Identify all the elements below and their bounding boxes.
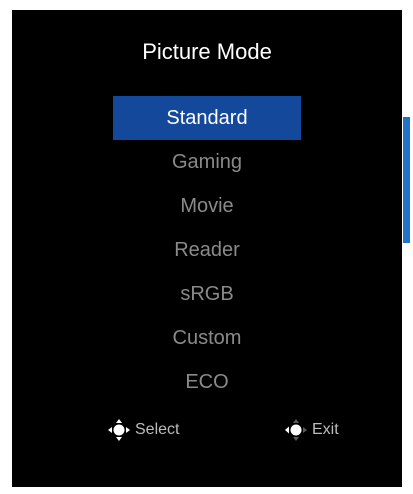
mode-item-label: Standard: [166, 107, 248, 129]
menu-title: Picture Mode: [142, 39, 272, 64]
mode-item-gaming[interactable]: Gaming: [113, 140, 301, 184]
mode-item-eco[interactable]: ECO: [113, 360, 301, 404]
mode-item-label: sRGB: [180, 283, 234, 305]
mode-item-label: ECO: [185, 371, 229, 393]
mode-item-label: Custom: [172, 327, 242, 349]
select-hint: Select: [107, 418, 179, 442]
mode-item-movie[interactable]: Movie: [113, 184, 301, 228]
exit-hint: Exit: [284, 418, 339, 442]
osd-menu-panel: Picture Mode Standard Gaming Movie Reade…: [12, 10, 410, 487]
mode-item-custom[interactable]: Custom: [113, 316, 301, 360]
mode-item-label: Movie: [180, 195, 234, 217]
scroll-indicator[interactable]: [403, 117, 410, 243]
picture-mode-list: Standard Gaming Movie Reader sRGB Custom…: [12, 96, 402, 404]
mode-item-reader[interactable]: Reader: [113, 228, 301, 272]
joystick-left-icon: [284, 418, 308, 442]
select-hint-label: Select: [135, 421, 180, 438]
mode-item-standard[interactable]: Standard: [113, 96, 301, 140]
mode-item-label: Gaming: [171, 151, 243, 173]
mode-item-label: Reader: [174, 239, 240, 261]
mode-item-srgb[interactable]: sRGB: [113, 272, 301, 316]
exit-hint-label: Exit: [312, 421, 339, 438]
joystick-press-icon: [107, 418, 131, 442]
